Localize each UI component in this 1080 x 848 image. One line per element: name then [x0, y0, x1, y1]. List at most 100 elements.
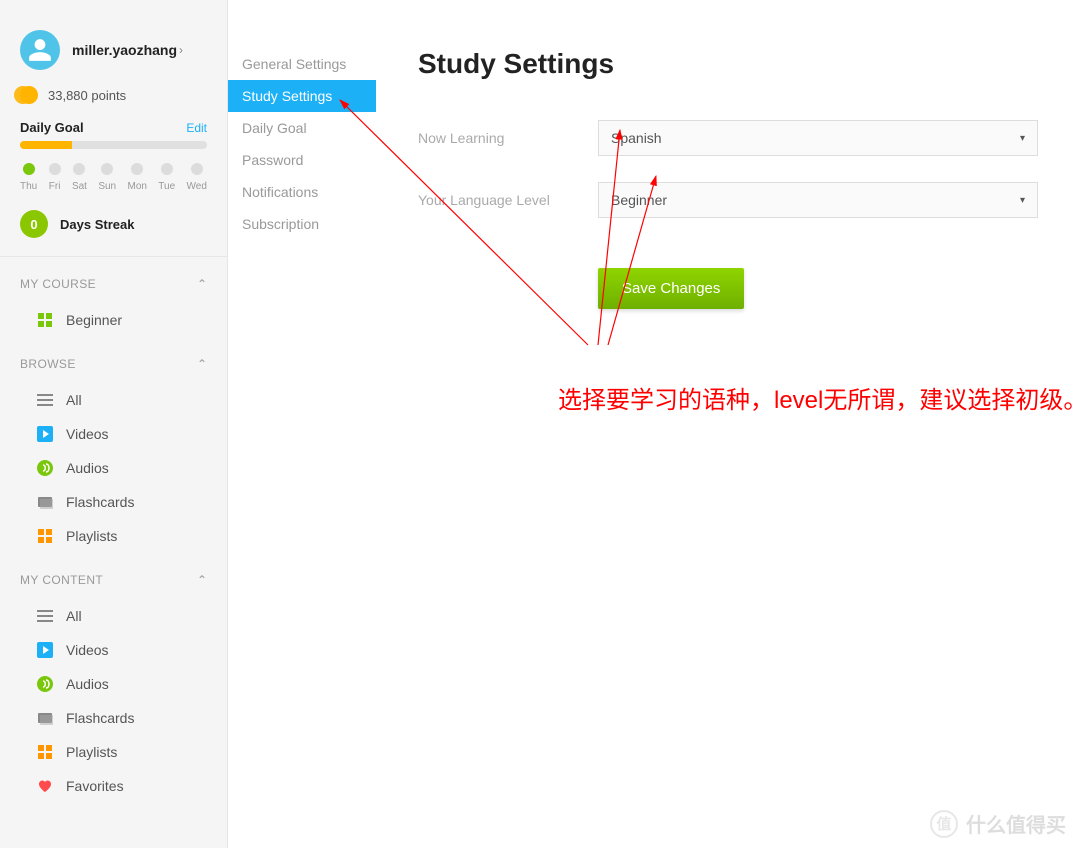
- save-button[interactable]: Save Changes: [598, 268, 744, 309]
- nav-label: Beginner: [66, 312, 122, 328]
- settings-nav-goal[interactable]: Daily Goal: [228, 112, 376, 144]
- nav-videos[interactable]: Videos: [0, 417, 227, 451]
- nav-playlists[interactable]: Playlists: [0, 735, 227, 769]
- day-dot: [49, 163, 61, 175]
- nav-label: All: [66, 608, 82, 624]
- main-content: Study Settings Now Learning Spanish ▾ Yo…: [376, 0, 1080, 848]
- streak-badge: 0: [20, 210, 48, 238]
- daily-goal-label: Daily Goal: [20, 120, 84, 135]
- day-label: Tue: [158, 181, 175, 192]
- streak-row: 0 Days Streak: [20, 210, 207, 238]
- nav-flashcards[interactable]: Flashcards: [0, 701, 227, 735]
- streak-label: Days Streak: [60, 217, 134, 232]
- nav-beginner[interactable]: Beginner: [0, 303, 227, 337]
- section-browse[interactable]: BROWSE ⌃: [0, 337, 227, 383]
- nav-audios[interactable]: Audios: [0, 451, 227, 485]
- settings-nav-study[interactable]: Study Settings: [228, 80, 376, 112]
- section-my-course[interactable]: MY COURSE ⌃: [0, 257, 227, 303]
- page-title: Study Settings: [418, 48, 1038, 80]
- now-learning-select[interactable]: Spanish ▾: [598, 120, 1038, 156]
- nav-videos[interactable]: Videos: [0, 633, 227, 667]
- avatar: [20, 30, 60, 70]
- nav-all[interactable]: All: [0, 383, 227, 417]
- nav-label: Audios: [66, 460, 109, 476]
- playlists-icon: [36, 527, 54, 545]
- nav-label: All: [66, 392, 82, 408]
- nav-label: Videos: [66, 426, 109, 442]
- points-text: 33,880 points: [48, 88, 126, 103]
- dropdown-caret-icon: ▾: [1020, 133, 1025, 144]
- flashcards-icon: [36, 709, 54, 727]
- day-label: Sat: [72, 181, 87, 192]
- nav-label: Flashcards: [66, 494, 134, 510]
- list-icon: [36, 607, 54, 625]
- grid-icon: [36, 311, 54, 329]
- day-dot: [161, 163, 173, 175]
- section-title: BROWSE: [20, 357, 76, 371]
- audio-icon: [36, 459, 54, 477]
- profile-panel: miller.yaozhang › 33,880 points Daily Go…: [0, 0, 227, 257]
- week-calendar: Thu Fri Sat Sun Mon Tue Wed: [20, 163, 207, 192]
- settings-nav-subscription[interactable]: Subscription: [228, 208, 376, 240]
- video-icon: [36, 641, 54, 659]
- chevron-up-icon: ⌃: [197, 573, 207, 587]
- select-value: Spanish: [611, 130, 662, 146]
- now-learning-label: Now Learning: [418, 130, 598, 146]
- settings-nav-general[interactable]: General Settings: [228, 48, 376, 80]
- points-row: 33,880 points: [20, 86, 207, 104]
- nav-label: Favorites: [66, 778, 124, 794]
- form-row-language: Now Learning Spanish ▾: [418, 120, 1038, 156]
- level-select[interactable]: Beginner ▾: [598, 182, 1038, 218]
- nav-all[interactable]: All: [0, 599, 227, 633]
- chevron-up-icon: ⌃: [197, 357, 207, 371]
- watermark: 值 什么值得买: [930, 809, 1066, 838]
- flashcards-icon: [36, 493, 54, 511]
- watermark-icon: 值: [930, 810, 958, 838]
- daily-goal-header: Daily Goal Edit: [20, 120, 207, 135]
- day-label: Mon: [127, 181, 146, 192]
- form-row-level: Your Language Level Beginner ▾: [418, 182, 1038, 218]
- nav-label: Audios: [66, 676, 109, 692]
- nav-flashcards[interactable]: Flashcards: [0, 485, 227, 519]
- daily-goal-progress: [20, 141, 207, 149]
- daily-goal-edit-link[interactable]: Edit: [186, 121, 207, 135]
- chevron-up-icon: ⌃: [197, 277, 207, 291]
- watermark-text: 什么值得买: [966, 809, 1066, 838]
- nav-label: Videos: [66, 642, 109, 658]
- nav-favorites[interactable]: Favorites: [0, 769, 227, 803]
- user-profile-link[interactable]: miller.yaozhang ›: [20, 30, 207, 70]
- settings-nav: General Settings Study Settings Daily Go…: [228, 0, 376, 848]
- day-dot: [101, 163, 113, 175]
- day-label: Thu: [20, 181, 37, 192]
- list-icon: [36, 391, 54, 409]
- nav-playlists[interactable]: Playlists: [0, 519, 227, 553]
- day-dot: [191, 163, 203, 175]
- day-label: Wed: [187, 181, 207, 192]
- dropdown-caret-icon: ▾: [1020, 195, 1025, 206]
- day-dot-active: [23, 163, 35, 175]
- day-dot: [73, 163, 85, 175]
- coins-icon: [20, 86, 38, 104]
- settings-nav-password[interactable]: Password: [228, 144, 376, 176]
- day-label: Sun: [98, 181, 116, 192]
- day-dot: [131, 163, 143, 175]
- nav-label: Flashcards: [66, 710, 134, 726]
- sidebar: miller.yaozhang › 33,880 points Daily Go…: [0, 0, 228, 848]
- user-name: miller.yaozhang: [72, 42, 177, 58]
- heart-icon: [36, 777, 54, 795]
- nav-label: Playlists: [66, 744, 117, 760]
- section-title: MY CONTENT: [20, 573, 103, 587]
- chevron-right-icon: ›: [179, 43, 183, 57]
- section-my-content[interactable]: MY CONTENT ⌃: [0, 553, 227, 599]
- user-silhouette-icon: [27, 37, 53, 63]
- playlists-icon: [36, 743, 54, 761]
- video-icon: [36, 425, 54, 443]
- nav-label: Playlists: [66, 528, 117, 544]
- settings-nav-notifications[interactable]: Notifications: [228, 176, 376, 208]
- section-title: MY COURSE: [20, 277, 96, 291]
- select-value: Beginner: [611, 192, 667, 208]
- day-label: Fri: [49, 181, 61, 192]
- nav-audios[interactable]: Audios: [0, 667, 227, 701]
- annotation-text: 选择要学习的语种，level无所谓，建议选择初级。: [558, 380, 1080, 415]
- level-label: Your Language Level: [418, 192, 598, 208]
